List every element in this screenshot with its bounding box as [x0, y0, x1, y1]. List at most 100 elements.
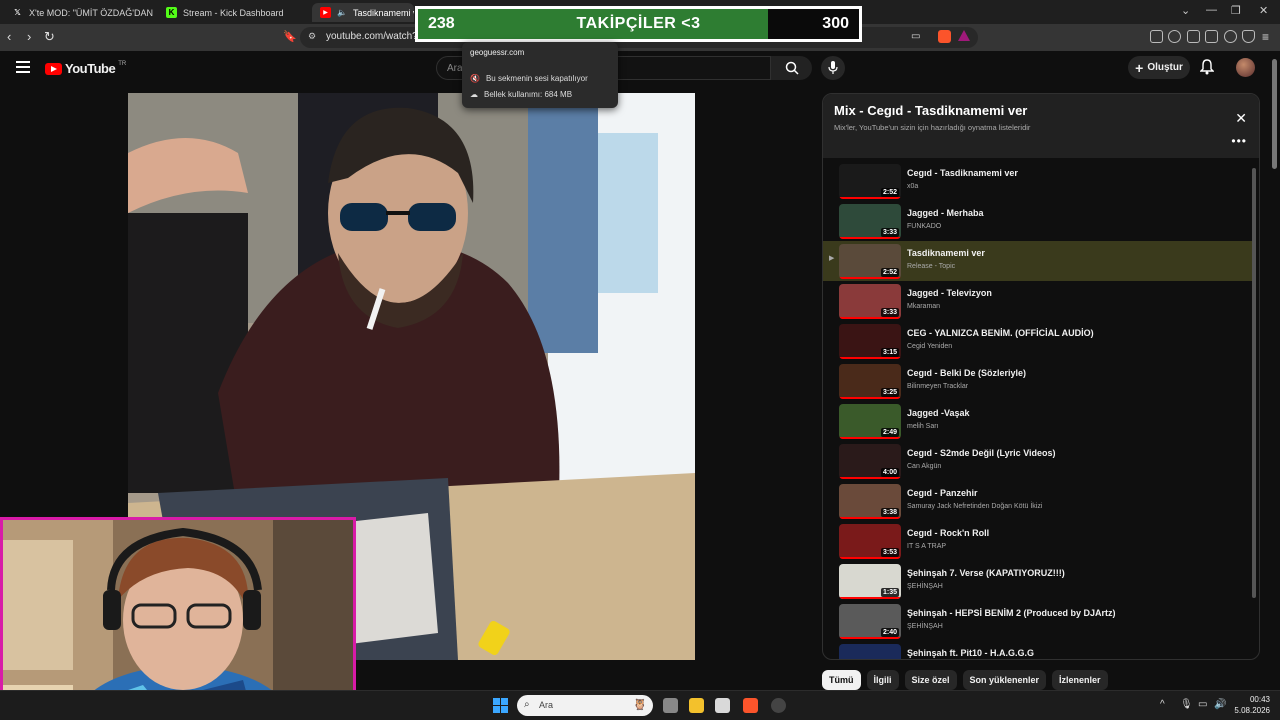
filter-chip[interactable]: Size özel — [904, 670, 957, 690]
video-thumbnail[interactable]: 3:53 — [839, 524, 901, 559]
video-title[interactable]: Şehinşah - HEPSİ BENİM 2 (Produced by DJ… — [907, 608, 1116, 618]
video-title[interactable]: Cegıd - Tasdiknamemi ver — [907, 168, 1018, 178]
menu-icon[interactable]: ≡ — [1262, 29, 1269, 45]
leo-ai-icon[interactable] — [1224, 30, 1237, 43]
create-button[interactable]: + Oluştur — [1128, 56, 1190, 79]
playlist-item[interactable]: 2:52 Cegıd - Tasdiknamemi ver x0a — [823, 161, 1253, 201]
close-window-icon[interactable]: ✕ — [1259, 4, 1268, 17]
video-thumbnail[interactable]: 3:38 — [839, 484, 901, 519]
channel-name[interactable]: Samuray Jack Nefretinden Doğan Kötü İkiz… — [907, 503, 1042, 510]
brave-browser-icon[interactable] — [743, 698, 758, 713]
playlist-item[interactable]: 2:49 Jagged -Vaşak melih Sarı — [823, 401, 1253, 441]
bookmark-icon[interactable]: 🔖 — [283, 29, 297, 45]
video-thumbnail[interactable]: 3:33 — [839, 284, 901, 319]
video-title[interactable]: Cegıd - S2mde Değil (Lyric Videos) — [907, 448, 1056, 458]
filter-chip[interactable]: Tümü — [822, 670, 861, 690]
tab-youtube[interactable]: ▶ 🔈 Tasdiknamemi ver - Yo — [312, 3, 414, 22]
tab-x[interactable]: 𝕏 X'te MOD: "ÜMİT ÖZDAĞ'DAN YENİ — [4, 3, 154, 22]
network-icon[interactable]: ▭ — [1198, 699, 1207, 710]
video-title[interactable]: Şehinşah 7. Verse (KAPATIYORUZ!!!) — [907, 568, 1065, 578]
playlist-item[interactable]: ▶ 2:52 Tasdiknamemi ver Release - Topic — [823, 241, 1253, 281]
playlist-item[interactable]: 2:40 Şehinşah - HEPSİ BENİM 2 (Produced b… — [823, 601, 1253, 641]
tray-chevron-icon[interactable]: ^ — [1160, 699, 1165, 710]
forward-icon[interactable]: › — [27, 29, 31, 45]
video-title[interactable]: Şehinşah ft. Pit10 - H.A.G.G.G — [907, 648, 1034, 658]
page-scrollbar[interactable] — [1270, 51, 1278, 690]
volume-icon[interactable]: 🔊 — [1214, 699, 1226, 710]
channel-name[interactable]: melih Sarı — [907, 423, 939, 430]
channel-name[interactable]: Bilinmeyen Tracklar — [907, 383, 968, 390]
video-thumbnail[interactable]: 3:15 — [839, 324, 901, 359]
playlist-item[interactable]: 3:33 Jagged - Televizyon Mkaraman — [823, 281, 1253, 321]
cast-icon[interactable]: ▭ — [911, 29, 920, 45]
filter-chip[interactable]: İlgili — [866, 670, 899, 690]
video-title[interactable]: Jagged -Vaşak — [907, 408, 970, 418]
playlist-item[interactable]: 1:35 Şehinşah 7. Verse (KAPATIYORUZ!!!) ŞE… — [823, 561, 1253, 601]
brave-shields-icon[interactable] — [938, 30, 951, 43]
reload-icon[interactable]: ↻ — [44, 29, 55, 45]
minimize-icon[interactable]: — — [1206, 4, 1217, 16]
channel-name[interactable]: Can Akgün — [907, 463, 941, 470]
sidebar-icon[interactable] — [1187, 30, 1200, 43]
channel-name[interactable]: ŞEHİNŞAH — [907, 623, 943, 630]
youtube-logo[interactable]: YouTube TR — [45, 61, 126, 76]
wallet-icon[interactable] — [1205, 30, 1218, 43]
obs-studio-icon[interactable] — [771, 698, 786, 713]
playlist-item[interactable]: Şehinşah ft. Pit10 - H.A.G.G.GŞEHİNŞAH — [823, 641, 1253, 659]
close-icon[interactable]: ✕ — [1235, 110, 1247, 127]
video-thumbnail[interactable]: 2:40 — [839, 604, 901, 639]
file-explorer-icon[interactable] — [689, 698, 704, 713]
channel-name[interactable]: ŞEHİNŞAH — [907, 583, 943, 590]
guide-menu-icon[interactable] — [16, 61, 30, 73]
task-view-icon[interactable] — [663, 698, 678, 713]
playlist-scrollbar[interactable] — [1252, 160, 1256, 656]
back-icon[interactable]: ‹ — [7, 29, 11, 45]
playlist-item[interactable]: 3:53 Cegıd - Rock'n Roll IT S A TRAP — [823, 521, 1253, 561]
video-thumbnail[interactable]: 2:52 — [839, 244, 901, 279]
video-title[interactable]: Cegıd - Rock'n Roll — [907, 528, 989, 538]
maximize-icon[interactable]: ❐ — [1231, 4, 1241, 17]
playlist-title[interactable]: Mix - Cegıd - Tasdiknamemi ver — [834, 103, 1027, 118]
search-button[interactable] — [771, 56, 812, 80]
notifications-bell-icon[interactable] — [1200, 59, 1214, 75]
playlist-item[interactable]: 3:15 CEG - YALNIZCA BENİM. (OFFİCİAL AUDİ… — [823, 321, 1253, 361]
playlist-item[interactable]: 4:00 Cegıd - S2mde Değil (Lyric Videos) Ca… — [823, 441, 1253, 481]
channel-name[interactable]: Mkaraman — [907, 303, 940, 310]
microphone-tray-icon[interactable]: 🎙 — [1180, 699, 1193, 710]
video-title[interactable]: Jagged - Televizyon — [907, 288, 992, 298]
video-thumbnail[interactable]: 2:49 — [839, 404, 901, 439]
extensions-icon[interactable] — [1150, 30, 1163, 43]
channel-name[interactable]: Release - Topic — [907, 263, 955, 270]
tab-search-chevron-icon[interactable]: ⌄ — [1181, 4, 1190, 17]
video-title[interactable]: Cegıd - Belki De (Sözleriyle) — [907, 368, 1026, 378]
video-thumbnail[interactable]: 3:33 — [839, 204, 901, 239]
more-options-icon[interactable]: ••• — [1231, 134, 1247, 148]
video-title[interactable]: Jagged - Merhaba — [907, 208, 984, 218]
tab-kick[interactable]: K Stream - Kick Dashboard — [158, 3, 308, 22]
filter-chip[interactable]: Son yüklenenler — [962, 670, 1047, 690]
channel-name[interactable]: x0a — [907, 183, 918, 190]
windows-start-icon[interactable] — [493, 698, 508, 713]
taskbar-search-input[interactable]: ⌕ Ara 🦉 — [517, 695, 653, 716]
video-thumbnail[interactable] — [839, 644, 901, 659]
vpn-shield-icon[interactable] — [1242, 30, 1255, 43]
playlist-item[interactable]: 3:33 Jagged - Merhaba FUNKADO — [823, 201, 1253, 241]
taskbar-clock[interactable]: 00:43 5.08.2026 — [1232, 694, 1270, 716]
video-thumbnail[interactable]: 4:00 — [839, 444, 901, 479]
video-thumbnail[interactable]: 1:35 — [839, 564, 901, 599]
playlist-item[interactable]: 3:25 Cegıd - Belki De (Sözleriyle) Bilinme… — [823, 361, 1253, 401]
brave-rewards-icon[interactable] — [958, 30, 970, 41]
video-thumbnail[interactable]: 3:25 — [839, 364, 901, 399]
playlist-item[interactable]: 3:38 Cegıd - Panzehir Samuray Jack Nefreti… — [823, 481, 1253, 521]
voice-search-button[interactable] — [821, 56, 845, 80]
site-settings-icon[interactable]: ⚙ — [308, 31, 316, 42]
video-thumbnail[interactable]: 2:52 — [839, 164, 901, 199]
download-icon[interactable] — [1168, 30, 1181, 43]
filter-chip[interactable]: İzlenenler — [1052, 670, 1108, 690]
video-title[interactable]: Cegıd - Panzehir — [907, 488, 978, 498]
video-title[interactable]: CEG - YALNIZCA BENİM. (OFFİCİAL AUDİO) — [907, 328, 1094, 338]
avatar[interactable] — [1236, 58, 1255, 77]
channel-name[interactable]: Cegid Yeniden — [907, 343, 952, 350]
channel-name[interactable]: FUNKADO — [907, 223, 941, 230]
video-title[interactable]: Tasdiknamemi ver — [907, 248, 985, 258]
